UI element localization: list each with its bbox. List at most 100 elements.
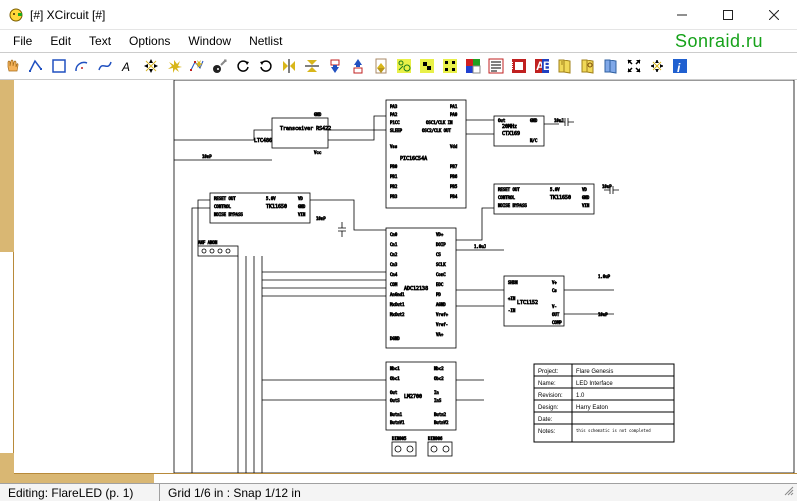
page-icon[interactable] [370,55,392,77]
svg-text:PB5: PB5 [450,184,458,189]
svg-text:TK11650: TK11650 [550,195,571,201]
edit-points-icon[interactable] [186,55,208,77]
text-label-icon[interactable]: A [117,55,139,77]
svg-text:PB2: PB2 [390,184,398,189]
library-icon[interactable] [554,55,576,77]
move-icon[interactable] [140,55,162,77]
maximize-button[interactable] [705,0,751,30]
library2-icon[interactable] [577,55,599,77]
rotate-cw-icon[interactable] [255,55,277,77]
svg-text:ADC12138: ADC12138 [404,286,428,292]
svg-text:1.0: 1.0 [576,393,585,399]
close-button[interactable] [751,0,797,30]
svg-text:Vdd: Vdd [450,144,458,149]
page-directory-icon[interactable] [600,55,622,77]
svg-text:1.0uJ: 1.0uJ [474,244,486,249]
svg-text:RESET OUT: RESET OUT [498,187,520,192]
menu-edit[interactable]: Edit [41,31,80,51]
colors-icon[interactable] [462,55,484,77]
zoom-box-icon[interactable] [646,55,668,77]
svg-text:5.0V: 5.0V [266,196,276,201]
app-icon [8,7,24,23]
svg-text:ButnV2: ButnV2 [434,420,449,425]
svg-text:Nbc1: Nbc1 [390,366,400,371]
svg-text:Butn1: Butn1 [390,412,403,417]
schematic-drawing[interactable]: GND Transceiver RS422 LTC486 Vcc PIC16C5… [14,80,797,473]
svg-text:PA0: PA0 [450,112,458,117]
resize-grip-icon[interactable] [783,485,795,500]
status-bar: Editing: FlareLED (p. 1) Grid 1/6 in : S… [0,483,797,501]
unjoin-icon[interactable] [439,55,461,77]
svg-text:Vcc: Vcc [314,150,322,155]
menu-file[interactable]: File [4,31,41,51]
watermark-text: Sonraid.ru [675,31,763,52]
svg-text:this schematic is not complete: this schematic is not completed [576,428,651,433]
toolbar: A AB i [0,52,797,80]
fill-icon[interactable]: AB [531,55,553,77]
svg-text:GND: GND [530,118,538,123]
border-icon[interactable] [508,55,530,77]
svg-text:AGND: AGND [436,302,446,307]
svg-text:V+: V+ [552,280,557,285]
wire-icon[interactable] [25,55,47,77]
delete-icon[interactable] [209,55,231,77]
svg-text:5.0V: 5.0V [550,187,560,192]
svg-text:-IN: -IN [508,308,516,313]
schematic-canvas[interactable]: GND Transceiver RS422 LTC486 Vcc PIC16C5… [14,80,797,473]
svg-text:TK11650: TK11650 [266,204,287,210]
params-icon[interactable] [485,55,507,77]
svg-text:Vref-: Vref- [436,322,448,327]
svg-text:OSC2/CLK OUT: OSC2/CLK OUT [422,128,451,133]
svg-text:B: B [543,59,551,73]
svg-text:PA1: PA1 [450,104,458,109]
svg-text:CTX169: CTX169 [502,131,520,137]
zoom-fit-icon[interactable] [623,55,645,77]
svg-text:LTC1152: LTC1152 [517,300,538,306]
svg-text:Vref+: Vref+ [436,312,449,317]
canvas-area[interactable]: GND Transceiver RS422 LTC486 Vcc PIC16C5… [14,80,797,483]
svg-text:In: In [434,390,439,395]
help-icon[interactable]: i [669,55,691,77]
minimize-button[interactable] [659,0,705,30]
svg-text:Obc2: Obc2 [434,376,444,381]
make-object-icon[interactable] [393,55,415,77]
svg-text:SHDN: SHDN [508,280,518,285]
svg-text:ConC: ConC [436,272,446,277]
box-icon[interactable] [48,55,70,77]
svg-text:20MHz: 20MHz [502,124,517,130]
menu-text[interactable]: Text [80,31,120,51]
status-editing: Editing: FlareLED (p. 1) [0,484,160,501]
arc-icon[interactable] [71,55,93,77]
svg-text:SLEEP: SLEEP [390,128,403,133]
menu-options[interactable]: Options [120,31,179,51]
status-grid: Grid 1/6 in : Snap 1/12 in [160,484,309,501]
svg-text:Cn4: Cn4 [390,272,398,277]
hand-pan-icon[interactable] [2,55,24,77]
svg-text:VIN: VIN [582,203,590,208]
join-icon[interactable] [416,55,438,77]
svg-text:DIN005: DIN005 [392,436,407,441]
svg-text:LED Interface: LED Interface [576,381,613,387]
menu-window[interactable]: Window [179,31,240,51]
svg-text:10uP: 10uP [602,184,612,189]
svg-text:Cn3: Cn3 [390,262,398,267]
svg-text:OUT: OUT [552,312,560,317]
svg-text:LTC486: LTC486 [254,138,272,144]
flip-v-icon[interactable] [301,55,323,77]
menu-netlist[interactable]: Netlist [240,31,291,51]
svg-text:COM: COM [390,282,398,287]
svg-text:Cn0: Cn0 [390,232,398,237]
flip-h-icon[interactable] [278,55,300,77]
rotate-ccw-icon[interactable] [232,55,254,77]
push-down-icon[interactable] [324,55,346,77]
pop-up-icon[interactable] [347,55,369,77]
svg-text:VIN: VIN [298,212,306,217]
svg-text:P1CC: P1CC [390,120,400,125]
svg-text:10uP: 10uP [598,312,608,317]
copy-icon[interactable] [163,55,185,77]
svg-text:PB4: PB4 [450,194,458,199]
svg-text:10uJ: 10uJ [554,118,564,123]
svg-text:Notes:: Notes: [538,429,556,435]
svg-text:N/C: N/C [530,138,538,143]
spline-icon[interactable] [94,55,116,77]
